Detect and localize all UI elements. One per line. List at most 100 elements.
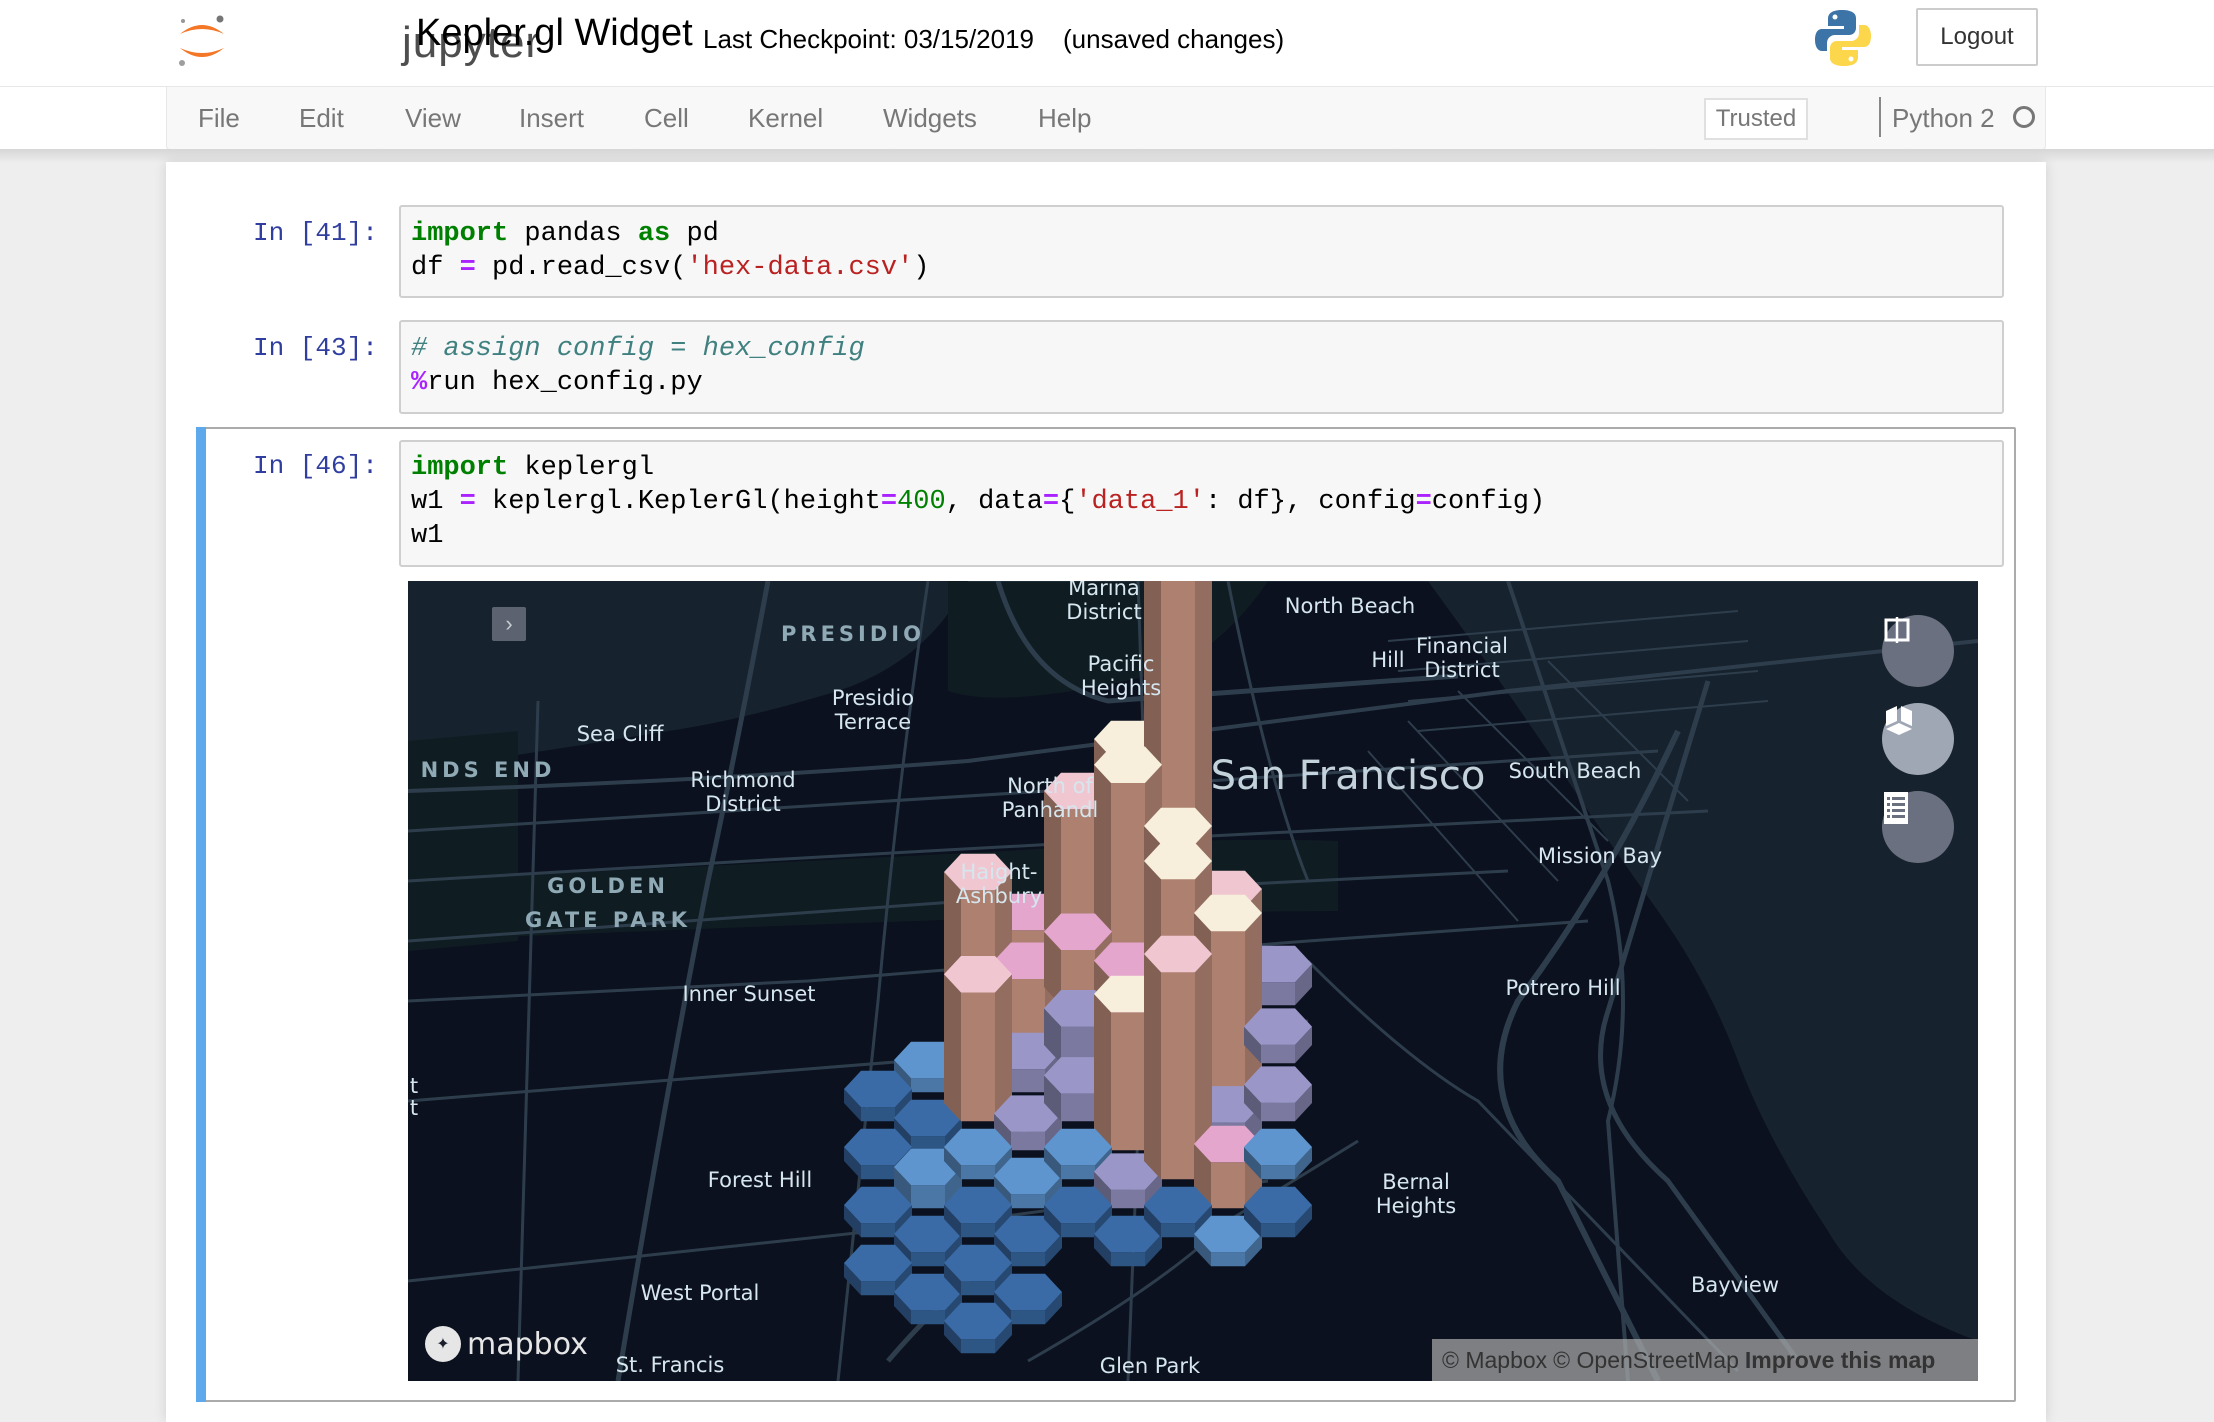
code-cell-input[interactable]: import keplergl w1 = keplergl.KeplerGl(h… [399, 440, 2004, 567]
menu-view[interactable]: View [405, 103, 461, 134]
split-map-button[interactable] [1882, 615, 1954, 687]
header-shadow [0, 149, 2214, 163]
map-place-label: North Beach [1285, 594, 1415, 618]
hex-side [861, 1165, 895, 1180]
hex-side [1161, 972, 1195, 1180]
hex-side [961, 1281, 995, 1296]
code-token: : df}, config [1204, 487, 1416, 517]
map-place-label: Forest Hill [708, 1168, 812, 1192]
mapbox-mark-icon: ✦ [425, 1326, 461, 1362]
code-token: pd [670, 219, 719, 249]
code-token: % [411, 368, 428, 398]
hex-side [911, 1078, 945, 1093]
code-token: w1 [411, 487, 460, 517]
osm-attribution-link[interactable]: © OpenStreetMap [1553, 1347, 1739, 1374]
hex-column[interactable] [1244, 1008, 1312, 1064]
hex-side [911, 1136, 945, 1151]
map-place-label: t [410, 1096, 418, 1120]
cell-prompt: In [46]: [253, 451, 378, 481]
mapbox-attribution-link[interactable]: © Mapbox [1442, 1347, 1547, 1374]
code-token: keplergl.KeplerGl(height [475, 487, 881, 517]
map-canvas[interactable]: MarinaDistrict North BeachPRESIDIOHillFin… [408, 581, 1978, 1381]
code-token: config) [1431, 487, 1546, 517]
code-token: 400 [897, 487, 946, 517]
notebook-title[interactable]: Kepler.gl Widget [416, 12, 693, 55]
map-place-label: GOLDEN [547, 874, 669, 898]
trusted-indicator[interactable]: Trusted [1704, 98, 1808, 140]
menu-insert[interactable]: Insert [519, 103, 584, 134]
hex-side [1261, 1044, 1295, 1064]
kernel-name[interactable]: Python 2 [1892, 103, 1995, 134]
map-place-label: St. Francis [616, 1353, 725, 1377]
code-cell-input[interactable]: import pandas as pd df = pd.read_csv('he… [399, 205, 2004, 298]
map-place-label: Mission Bay [1538, 844, 1662, 868]
hex-column[interactable] [944, 955, 1012, 1122]
code-token: run hex_config.py [427, 368, 703, 398]
hex-side [1011, 1310, 1045, 1325]
map-place-label: Richmond [690, 768, 795, 792]
hex-column[interactable] [1244, 1186, 1312, 1238]
menu-file[interactable]: File [198, 103, 240, 134]
code-token: = [880, 487, 898, 517]
hex-column[interactable] [1244, 1128, 1312, 1180]
hex-side [1011, 979, 1045, 1035]
menu-help[interactable]: Help [1038, 103, 1091, 134]
jupyter-logo[interactable]: jupyter [172, 10, 540, 70]
hex-column[interactable] [944, 1302, 1012, 1354]
code-token: 'hex-data.csv' [686, 253, 914, 283]
code-token: keplergl [508, 453, 655, 483]
code-token: import [411, 453, 509, 483]
kepler-map[interactable]: Marina District North Beach PRESIDIO Hill Fin… [408, 581, 1978, 1381]
map-place-label: Haight- [961, 860, 1038, 884]
hex-side [911, 1310, 945, 1325]
kernel-divider [1879, 97, 1881, 137]
cell-prompt: In [43]: [253, 333, 378, 363]
menu-edit[interactable]: Edit [299, 103, 344, 134]
hex-side [1211, 1252, 1245, 1267]
code-token: pd.read_csv( [475, 253, 687, 283]
code-line: df = pd.read_csv('hex-data.csv') [411, 253, 930, 283]
notebook-header: jupyter Kepler.gl Widget Last Checkpoint… [0, 0, 2214, 86]
map-place-label: Bernal [1382, 1170, 1450, 1194]
menu-cell[interactable]: Cell [644, 103, 689, 134]
hex-side [1261, 1223, 1295, 1238]
code-token: as [637, 219, 671, 249]
improve-map-link[interactable]: Improve this map [1745, 1347, 1935, 1374]
map-place-label: Inner Sunset [682, 982, 815, 1006]
menu-widgets[interactable]: Widgets [883, 103, 977, 134]
autosave-status: (unsaved changes) [1063, 24, 1285, 54]
map-place-label: District [705, 792, 780, 816]
menu-kernel[interactable]: Kernel [748, 103, 823, 134]
hex-side [961, 1165, 995, 1180]
road [516, 700, 540, 1381]
map-place-label: Heights [1376, 1194, 1456, 1218]
menubar: File Edit View Insert Cell Kernel Widget… [166, 87, 2046, 150]
hex-side [1261, 1165, 1295, 1180]
logout-button[interactable]: Logout [1916, 8, 2038, 66]
map-place-label: West Portal [641, 1281, 760, 1305]
legend-button[interactable] [1882, 791, 1954, 863]
hex-side [861, 1223, 895, 1238]
code-line: import pandas as pd [411, 219, 719, 249]
map-place-label: Ashbury [956, 884, 1042, 908]
map-place-label: Presidio [832, 686, 914, 710]
hexbin-layer[interactable] [844, 581, 1312, 1354]
hex-side [944, 974, 961, 1122]
road [1306, 959, 1740, 1373]
mapbox-logo[interactable]: ✦ mapbox [425, 1326, 588, 1362]
code-token: pandas [508, 219, 638, 249]
map-place-label: District [1066, 600, 1141, 624]
notebook-container: In [41]: import pandas as pd df = pd.rea… [166, 162, 2046, 1422]
chevron-right-icon: › [505, 611, 513, 636]
code-cell-input[interactable]: # assign config = hex_config %run hex_co… [399, 320, 2004, 414]
legend-list-icon [1884, 792, 1908, 824]
road [1226, 581, 1310, 882]
hex-column[interactable] [1244, 1066, 1312, 1122]
sidebar-toggle-button[interactable]: › [492, 607, 526, 641]
mapbox-wordmark: mapbox [467, 1326, 588, 1362]
hex-side [1011, 1194, 1045, 1209]
hex-side [1111, 1012, 1145, 1151]
hex-side [1245, 913, 1262, 1093]
map-place-label: Financial [1416, 634, 1508, 658]
3d-view-button[interactable] [1882, 703, 1954, 775]
